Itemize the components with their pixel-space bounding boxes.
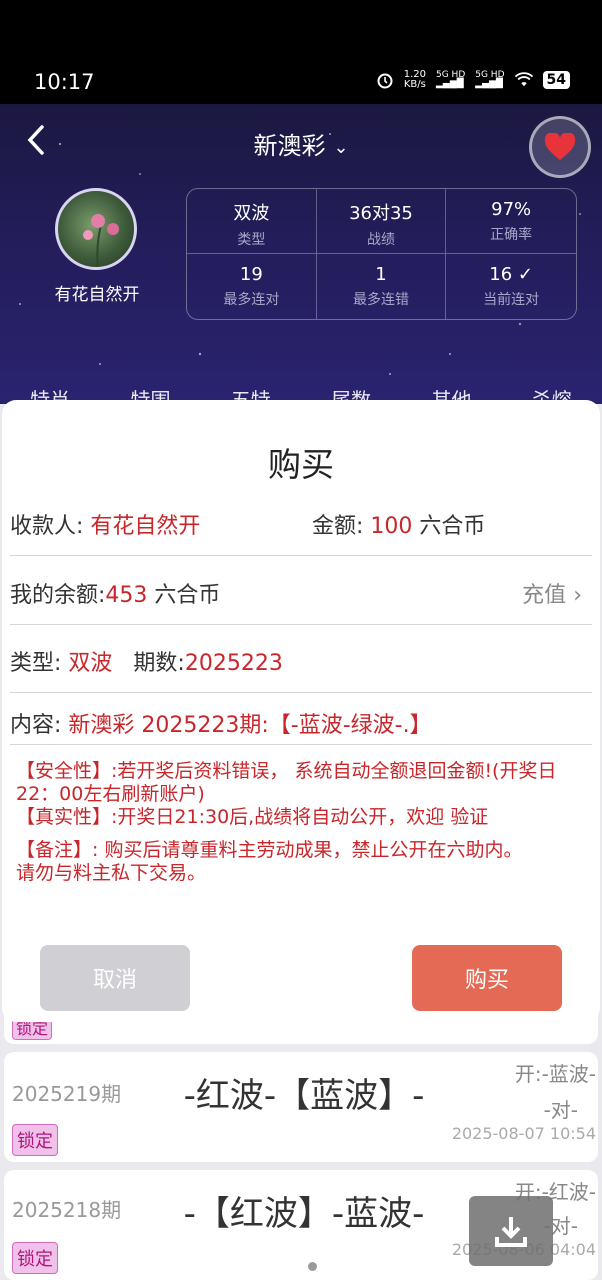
dialog-title: 购买 [268,445,334,484]
stat-label: 战绩 [366,232,395,248]
type-label: 类型: [10,651,62,676]
amount-label: 金额: [312,514,364,539]
stat-value: 双波 [233,203,270,224]
purchase-dialog: 购买 收款人: 有花自然开 金额: 100 六合币 我的余额:453 六合币 充… [2,400,600,1022]
recharge-label: 充值 [522,583,567,608]
status-time: 10:17 [34,70,95,94]
note-remark: 【备注】: 购买后请尊重料主劳动成果，禁止公开在六助内。 [16,839,523,861]
note-security: 【安全性】:若开奖后资料错误， 系统自动全额退回金额!(开奖日22：00左右刷新… [16,760,557,805]
net-speed: 1.20 KB/s [404,70,426,90]
wifi-icon [514,72,533,87]
stat-value: 19 [239,264,263,285]
balance-value: 453 [105,583,148,608]
amount-value: 100 [370,514,413,539]
note-authenticity: 【真实性】:开奖日21:30后,战绩将自动公开，欢迎 验证 [16,806,489,828]
stat-label: 最多连对 [223,292,280,308]
divider [10,555,592,556]
favorite-button[interactable] [529,116,591,178]
stat-label: 最多连错 [352,292,409,308]
signal-2: 5G HD ▂▄▆█ [475,70,505,89]
stat-label: 当前连对 [483,292,540,308]
type-value: 双波 [68,651,113,676]
balance-currency: 六合币 [154,583,221,608]
verdict: -对- [543,1098,578,1122]
draw-result: 开:-蓝波- [514,1062,596,1086]
download-button[interactable] [469,1196,553,1266]
list-item[interactable]: 2025219期 -红波-【蓝波】- 开:-蓝波- -对- 2025-08-07… [4,1052,598,1162]
amount-currency: 六合币 [419,514,486,539]
stat-max-wins: 19 最多连对 [187,254,317,319]
net-speed-unit: KB/s [403,79,426,90]
stat-value: 16 ✓ [489,264,534,285]
status-icons: 1.20 KB/s 5G HD ▂▄▆█ 5G HD ▂▄▆█ 54 [376,70,570,90]
status-bar: 10:17 1.20 KB/s 5G HD ▂▄▆█ 5G HD ▂▄▆█ 54 [0,0,602,104]
alarm-icon [377,73,393,89]
lock-badge: 锁定 [12,1124,58,1156]
divider [10,624,592,625]
stat-label: 正确率 [490,227,533,243]
balance-row: 我的余额:453 六合币 充值 › [10,577,592,609]
signal-1: 5G HD ▂▄▆█ [435,70,466,89]
stat-accuracy: 97% 正确率 [446,189,576,254]
stat-type: 双波 类型 [187,189,317,254]
content-label: 内容: [10,713,62,738]
payee-label: 收款人: [10,514,84,539]
page-indicator [308,1262,317,1271]
battery-indicator: 54 [542,71,570,89]
lock-badge: 锁定 [12,1242,58,1274]
stats-grid: 双波类型 36对35 战绩 97% 正确率 19 最多连对 1 最多连错 16 ✓ 当前连… [186,188,577,320]
stat-current-streak: 16 ✓ 当前连对 [446,254,576,319]
profile-header: 新澳彩 ⌄ 有花自然开 双波类型 36对35 战绩 97% 正确率 19 最多连对 1 最… [0,104,602,404]
divider [10,744,592,745]
cancel-button[interactable]: 取消 [40,945,190,1011]
stat-value: 36对35 [349,203,413,224]
period-label: 期数: [133,651,185,676]
stat-record: 36对35 战绩 [316,189,447,254]
stat-max-losses: 1 最多连错 [317,254,447,319]
recharge-link[interactable]: 充值 › [522,577,582,609]
buy-button[interactable]: 购买 [412,945,562,1011]
amount-group: 金额: 100 六合币 [312,508,485,540]
payee-value: 有花自然开 [90,514,201,539]
lottery-selector[interactable]: 新澳彩 ⌄ [0,126,602,161]
chevron-down-icon: ⌄ [333,136,349,158]
period-value: 2025223 [184,651,283,676]
download-icon [495,1217,527,1247]
divider [10,692,592,693]
content-value: 新澳彩 2025223期:【-蓝波-绿波-.】 [68,713,432,738]
chevron-right-icon: › [573,583,582,608]
avatar[interactable] [55,188,137,270]
user-name: 有花自然开 [54,285,140,305]
heart-icon [544,133,576,160]
type-row: 类型: 双波 期数:2025223 [10,645,592,677]
page-title: 新澳彩 [253,132,326,160]
stat-value: 1 [375,264,387,285]
purchase-notes: 【安全性】:若开奖后资料错误， 系统自动全额退回金额!(开奖日22：00左右刷新… [16,760,586,885]
stat-label: 类型 [237,232,266,248]
content-row: 内容: 新澳彩 2025223期:【-蓝波-绿波-.】 [10,707,592,739]
prediction-result: -红波-【蓝波】- [183,1076,425,1116]
payee-row: 收款人: 有花自然开 金额: 100 六合币 [10,508,592,540]
timestamp: 2025-08-07 10:54 [451,1124,596,1143]
note-warning: 请勿与料主私下交易。 [16,862,207,884]
balance-label: 我的余额: [10,583,106,608]
stat-value: 97% [491,199,532,220]
